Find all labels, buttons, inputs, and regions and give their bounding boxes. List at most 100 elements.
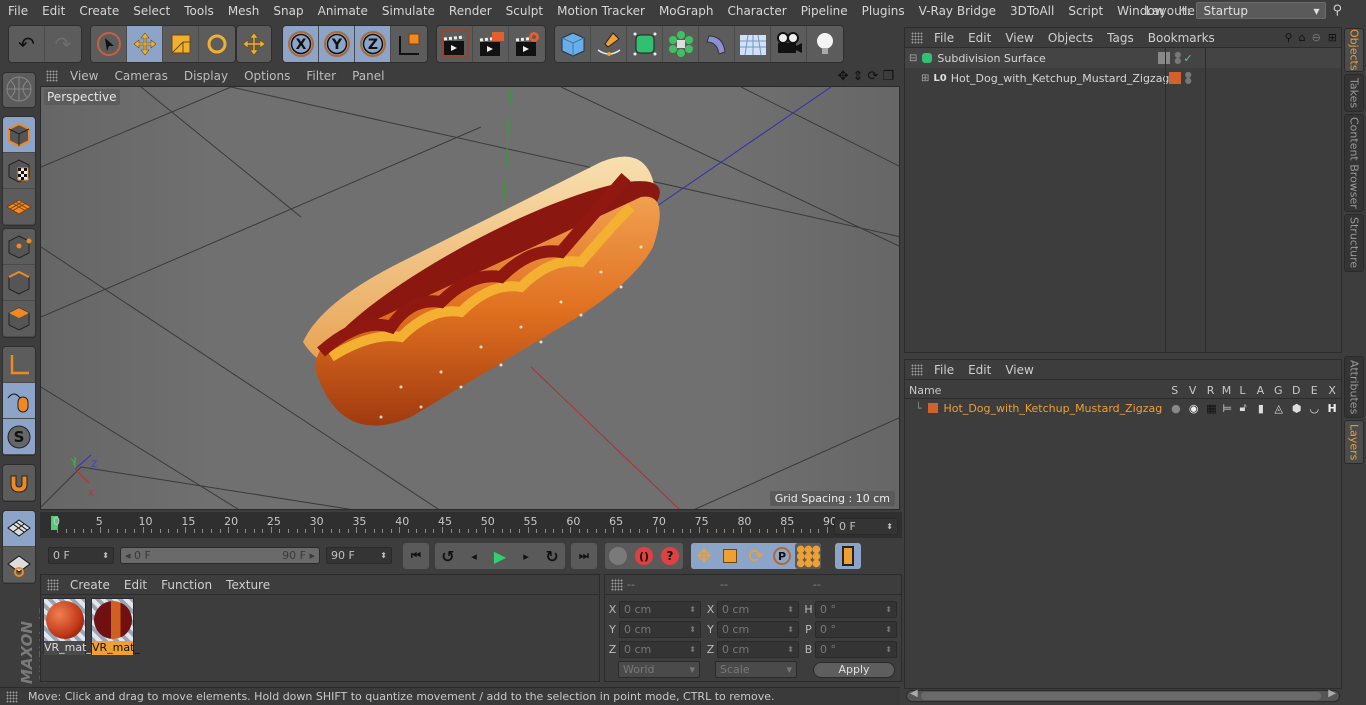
viewport-solo-button[interactable]	[2, 72, 36, 108]
panel-grip-icon[interactable]	[46, 70, 58, 82]
menu-select[interactable]: Select	[126, 4, 177, 18]
coordinate-field[interactable]: 0 cm ⬍	[619, 620, 701, 638]
menu-character[interactable]: Character	[720, 4, 793, 18]
render-view-button[interactable]	[437, 26, 473, 62]
om-menu-objects[interactable]: Objects	[1041, 31, 1100, 45]
texture-mode-button[interactable]	[3, 153, 35, 189]
snap-settings-button[interactable]	[3, 547, 35, 583]
key-rotation-button[interactable]: ⟳	[743, 543, 769, 569]
keyframe-selection-button[interactable]: ?	[657, 543, 683, 569]
tab-takes[interactable]: Takes	[1344, 74, 1364, 112]
enable-axis-button[interactable]	[3, 347, 35, 383]
menu-vray-bridge[interactable]: V-Ray Bridge	[912, 4, 1003, 18]
timeline-window-button[interactable]	[835, 543, 861, 569]
transform-mode-dropdown[interactable]: Scale ▾	[715, 661, 797, 678]
apply-button[interactable]: Apply	[813, 661, 895, 678]
tweak-mode-button[interactable]	[3, 383, 35, 419]
previous-key-button[interactable]: ↺	[435, 543, 461, 569]
edges-mode-button[interactable]	[3, 265, 35, 301]
viewport-menu-view[interactable]: View	[62, 69, 106, 83]
key-pla-button[interactable]: ●●● ●●● ●●●	[795, 543, 821, 569]
move-button[interactable]	[127, 26, 163, 62]
om-menu-file[interactable]: File	[927, 31, 961, 45]
coordinate-system-button[interactable]	[391, 26, 427, 62]
menu-file[interactable]: File	[0, 4, 35, 18]
menu-create[interactable]: Create	[72, 4, 126, 18]
mm-menu-texture[interactable]: Texture	[219, 578, 277, 592]
tab-structure[interactable]: Structure	[1344, 214, 1364, 272]
om-menu-tags[interactable]: Tags	[1100, 31, 1141, 45]
expressions-toggle-icon[interactable]: ◡	[1305, 402, 1323, 415]
material-swatch[interactable]: VR_mat_	[43, 598, 92, 655]
coordinate-field[interactable]: 0 cm ⬍	[619, 600, 701, 618]
recent-tool-button[interactable]	[237, 26, 271, 62]
lm-menu-view[interactable]: View	[998, 363, 1040, 377]
om-menu-bookmarks[interactable]: Bookmarks	[1141, 31, 1222, 45]
menu-snap[interactable]: Snap	[266, 4, 310, 18]
panel-grip-icon[interactable]	[47, 578, 59, 591]
autokeying-button[interactable]: ()	[631, 543, 657, 569]
coordinate-field[interactable]: 0 ° ⬍	[815, 620, 897, 638]
coordinate-field[interactable]: 0 cm ⬍	[717, 600, 799, 618]
animation-toggle-icon[interactable]: ▮	[1252, 402, 1270, 415]
column-view[interactable]: V	[1184, 384, 1202, 397]
points-mode-button[interactable]	[3, 229, 35, 265]
object-name[interactable]: Hot_Dog_with_Ketchup_Mustard_Zigzag	[951, 72, 1170, 85]
deformer-button[interactable]	[699, 26, 735, 62]
scale-button[interactable]	[163, 26, 199, 62]
menu-mograph[interactable]: MoGraph	[652, 4, 721, 18]
cloner-button[interactable]	[663, 26, 699, 62]
column-render[interactable]: R	[1202, 384, 1220, 397]
manager-toggle-icon[interactable]: ⊨	[1220, 402, 1234, 415]
om-menu-view[interactable]: View	[998, 31, 1040, 45]
previous-frame-button[interactable]: ◂	[461, 543, 487, 569]
polygons-mode-button[interactable]	[3, 301, 35, 337]
y-axis-button[interactable]: Y	[319, 26, 355, 62]
menu-mesh[interactable]: Mesh	[221, 4, 267, 18]
viewport-pan-icon[interactable]: ✥	[838, 69, 849, 84]
column-name[interactable]: Name	[905, 384, 1166, 397]
viewport-menu-panel[interactable]: Panel	[344, 69, 392, 83]
cube-button[interactable]	[555, 26, 591, 62]
viewport-zoom-icon[interactable]: ⇕	[853, 69, 864, 84]
scrollbar-thumb[interactable]	[921, 692, 1321, 700]
scroll-left-icon[interactable]: ◀	[910, 688, 918, 699]
object-row-hot-dog[interactable]: ⊞ L0 Hot_Dog_with_Ketchup_Mustard_Zigzag…	[905, 68, 1341, 88]
mm-menu-function[interactable]: Function	[154, 578, 219, 592]
menu-plugins[interactable]: Plugins	[855, 4, 912, 18]
column-solo[interactable]: S	[1166, 384, 1184, 397]
light-button[interactable]	[807, 26, 843, 62]
model-mode-button[interactable]	[3, 117, 35, 153]
menu-edit[interactable]: Edit	[35, 4, 72, 18]
tab-attributes[interactable]: Attributes	[1344, 356, 1364, 418]
object-name[interactable]: Subdivision Surface	[937, 52, 1152, 65]
menu-sculpt[interactable]: Sculpt	[499, 4, 550, 18]
coordinate-field[interactable]: 0 cm ⬍	[619, 640, 701, 658]
camera-button[interactable]	[771, 26, 807, 62]
menu-pipeline[interactable]: Pipeline	[794, 4, 855, 18]
search-icon[interactable]: ⚲	[1285, 31, 1293, 44]
lm-menu-file[interactable]: File	[927, 363, 961, 377]
live-selection-button[interactable]	[91, 26, 127, 62]
coordinate-field[interactable]: 0 ° ⬍	[815, 600, 897, 618]
viewport-menu-filter[interactable]: Filter	[298, 69, 344, 83]
enabled-check-icon[interactable]: ✓	[1183, 52, 1192, 65]
layout-dropdown[interactable]: Startup ▾	[1196, 2, 1327, 19]
collapse-icon[interactable]: ⊟	[909, 53, 917, 64]
expand-icon[interactable]: ⊞	[921, 73, 929, 84]
panel-grip-icon[interactable]	[911, 31, 923, 44]
visibility-dots[interactable]: ● ●	[1185, 71, 1192, 85]
mm-menu-create[interactable]: Create	[63, 578, 117, 592]
redo-button[interactable]: ↷	[45, 26, 81, 62]
menu-tools[interactable]: Tools	[177, 4, 221, 18]
layer-name[interactable]: Hot_Dog_with_Ketchup_Mustard_Zigzag	[944, 402, 1167, 415]
view-toggle-icon[interactable]: ◉	[1185, 402, 1203, 415]
start-frame-field[interactable]: 0 F ⬍	[48, 547, 114, 564]
column-animation[interactable]: A	[1251, 384, 1269, 397]
workplane-mode-button[interactable]	[3, 189, 35, 225]
subdivision-surface-button[interactable]	[627, 26, 663, 62]
lock-toggle-icon[interactable]: 🔓︎	[1234, 401, 1252, 415]
render-settings-button[interactable]	[509, 26, 545, 62]
grid-lock-button[interactable]	[3, 511, 35, 547]
column-generators[interactable]: G	[1269, 384, 1287, 397]
